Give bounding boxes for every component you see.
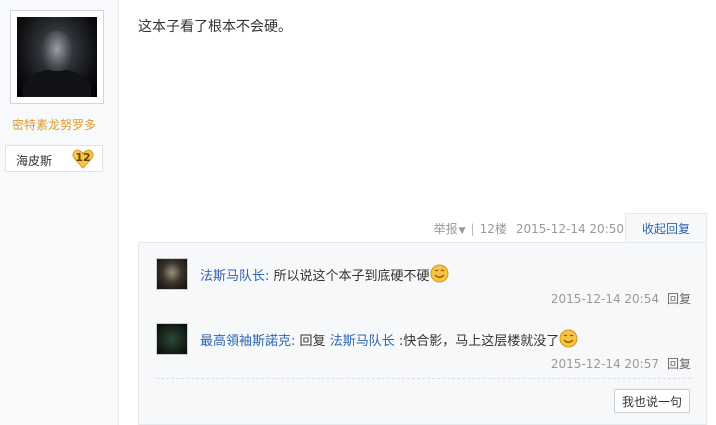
reply-time: 2015-12-14 20:54 <box>550 292 659 306</box>
reply-text: 最高領袖斯諾克: 回复 法斯马队长 :快合影，马上这层楼就没了 <box>200 329 578 349</box>
reply-target-link[interactable]: 法斯马队长 <box>330 334 395 349</box>
reply-button[interactable]: 回复 <box>667 292 691 306</box>
author-username[interactable]: 密特素龙努罗多 <box>0 116 108 133</box>
reply-button[interactable]: 回复 <box>667 357 691 371</box>
compose-reply-button[interactable]: 我也说一句 <box>614 389 690 413</box>
author-sidebar: 密特素龙努罗多 海皮斯 12 <box>0 0 119 425</box>
reply-meta: 2015-12-14 20:54 回复 <box>551 290 691 307</box>
reply-avatar[interactable] <box>156 323 188 355</box>
chevron-down-icon: ▼ <box>458 226 466 236</box>
member-badge[interactable]: 海皮斯 12 <box>5 145 103 172</box>
reply-divider <box>156 378 691 379</box>
smiley-emoji-icon <box>430 264 449 283</box>
reply-container: 法斯马队长: 所以说这个本子到底硬不硬 2015-12-14 20:54 回复 最… <box>138 242 707 425</box>
post-time: 2015-12-14 20:50 <box>515 221 624 236</box>
report-link[interactable]: 举报▼ <box>434 220 466 237</box>
level-heart-icon: 12 <box>72 149 94 169</box>
reply-username[interactable]: 最高領袖斯諾克 <box>200 334 291 349</box>
tail-separator: | <box>470 221 475 236</box>
reply-item: 法斯马队长: 所以说这个本子到底硬不硬 2015-12-14 20:54 回复 <box>156 258 691 318</box>
badge-label: 海皮斯 <box>16 154 53 168</box>
post-content: 这本子看了根本不会硬。 <box>138 19 292 35</box>
collapse-replies-tab[interactable]: 收起回复 <box>625 213 707 243</box>
badge-level-number: 12 <box>75 151 91 164</box>
reply-message: :快合影，马上这层楼就没了 <box>398 334 560 349</box>
reply-meta: 2015-12-14 20:57 回复 <box>551 355 691 372</box>
reply-username[interactable]: 法斯马队长 <box>200 269 265 284</box>
reply-prefix: 回复 <box>299 334 326 349</box>
reply-avatar[interactable] <box>156 258 188 290</box>
author-avatar[interactable] <box>10 10 104 104</box>
floor-number: 12楼 <box>479 222 507 236</box>
post-tail: 举报▼ | 12楼 2015-12-14 20:50 <box>434 220 624 237</box>
smiley-emoji-icon <box>559 329 578 348</box>
avatar-image <box>17 17 97 97</box>
reply-time: 2015-12-14 20:57 <box>550 357 659 371</box>
reply-text: 法斯马队长: 所以说这个本子到底硬不硬 <box>200 264 449 284</box>
reply-item: 最高領袖斯諾克: 回复 法斯马队长 :快合影，马上这层楼就没了 2015-12-… <box>156 323 691 383</box>
reply-message: 所以说这个本子到底硬不硬 <box>273 269 430 284</box>
